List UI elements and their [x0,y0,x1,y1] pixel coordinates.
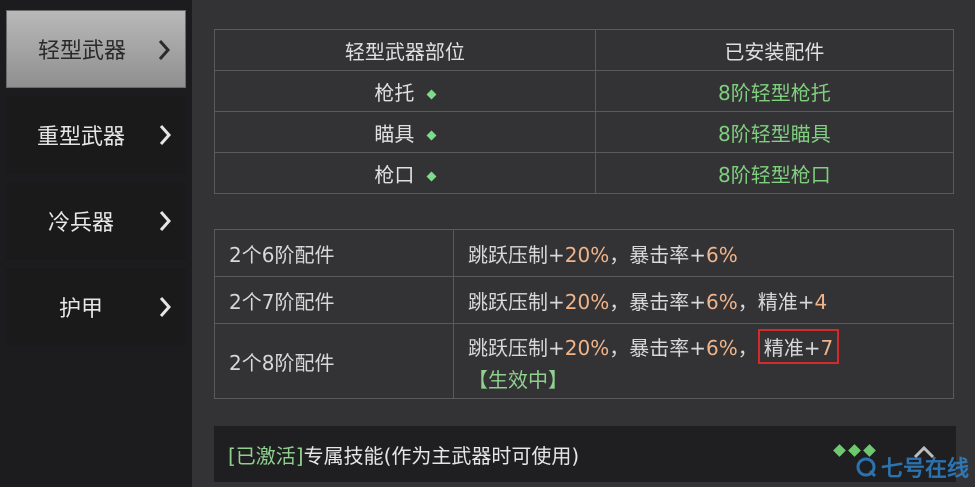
chevron-right-icon [159,297,172,317]
sidebar-item-light-weapons[interactable]: 轻型武器 [6,10,186,88]
chevron-right-icon [159,125,172,145]
column-header-installed: 已安装配件 [594,29,955,71]
sidebar-item-label: 轻型武器 [37,39,126,64]
main-panel: 轻型武器部位 已安装配件 枪托 8阶轻型枪托 瞄具 8阶轻型瞄具 枪口 8阶轻型… [192,0,975,487]
installed-part: 8阶轻型枪口 [594,152,955,194]
activated-tag: [已激活] [228,443,304,468]
effect-value: 4 [814,289,828,314]
effect-value: 7 [820,336,834,360]
effect-text: ，暴击率+ [609,289,706,314]
installed-part: 8阶轻型枪托 [594,70,955,112]
sidebar-item-melee[interactable]: 冷兵器 [6,182,186,260]
slot-name: 瞄具 [374,121,415,146]
installed-part: 8阶轻型瞄具 [594,111,955,153]
table-row: 枪口 8阶轻型枪口 [214,152,955,194]
sidebar-item-label: 护甲 [58,297,103,322]
effect-text: 跳跃压制+ [468,242,565,267]
chevron-right-icon [158,40,171,60]
bonus-effect: 跳跃压制+20%，暴击率+6%， 精准+7 【生效中】 [453,323,954,399]
parts-table: 轻型武器部位 已安装配件 枪托 8阶轻型枪托 瞄具 8阶轻型瞄具 枪口 8阶轻型… [214,29,955,194]
watermark-text: 七号在线 [880,457,969,482]
slot-name: 枪托 [374,80,415,105]
slot-cell: 枪托 [214,70,596,112]
category-sidebar: 轻型武器 重型武器 冷兵器 护甲 [0,0,192,487]
skill-title: 专属技能(作为主武器时可使用) [303,443,580,468]
sidebar-item-label: 冷兵器 [47,211,114,236]
set-count: 2个7阶配件 [214,276,454,324]
effect-text: ，暴击率+ [609,242,706,267]
effect-value: 6% [705,289,738,314]
exclusive-skill-bar[interactable]: [已激活] 专属技能(作为主武器时可使用) [214,426,956,482]
effect-text: ， [737,336,758,360]
set-count: 2个6阶配件 [214,229,454,277]
set-count: 2个8阶配件 [214,323,454,399]
bonus-effect: 跳跃压制+20%，暴击率+6% [453,229,954,277]
active-status: 【生效中】 [468,368,568,392]
diamond-icon [426,130,437,140]
column-header-slot: 轻型武器部位 [214,29,596,71]
sidebar-item-armor[interactable]: 护甲 [6,268,186,346]
table-row: 2个8阶配件 跳跃压制+20%，暴击率+6%， 精准+7 【生效中】 [214,323,954,399]
diamond-icon [426,171,437,181]
effect-value: 20% [564,336,610,360]
effect-value: 6% [705,336,738,360]
watermark: 七号在线 [855,451,969,483]
effect-value: 6% [705,242,738,267]
table-row: 2个7阶配件 跳跃压制+20%，暴击率+6%，精准+4 [214,276,954,324]
effect-value: 20% [564,242,610,267]
slot-cell: 枪口 [214,152,596,194]
slot-name: 枪口 [374,162,415,187]
watermark-logo-icon [856,457,877,478]
effect-text: 精准+ [763,336,821,360]
effect-text: 跳跃压制+ [468,336,565,360]
sidebar-item-heavy-weapons[interactable]: 重型武器 [6,96,186,174]
highlight-box: 精准+7 [757,329,840,364]
table-row: 2个6阶配件 跳跃压制+20%，暴击率+6% [214,229,954,277]
effect-text: ，精准+ [737,289,815,314]
effect-text: ，暴击率+ [609,336,706,360]
sidebar-item-label: 重型武器 [36,125,125,150]
diamond-icon [426,89,437,99]
slot-cell: 瞄具 [214,111,596,153]
effect-text: 跳跃压制+ [468,289,565,314]
bonus-effect: 跳跃压制+20%，暴击率+6%，精准+4 [453,276,954,324]
effect-value: 20% [564,289,610,314]
chevron-right-icon [159,211,172,231]
set-bonus-table: 2个6阶配件 跳跃压制+20%，暴击率+6% 2个7阶配件 跳跃压制+20%，暴… [214,229,954,399]
diamond-icon [833,444,846,457]
table-row: 瞄具 8阶轻型瞄具 [214,111,955,153]
table-header-row: 轻型武器部位 已安装配件 [214,29,955,71]
table-row: 枪托 8阶轻型枪托 [214,70,955,112]
